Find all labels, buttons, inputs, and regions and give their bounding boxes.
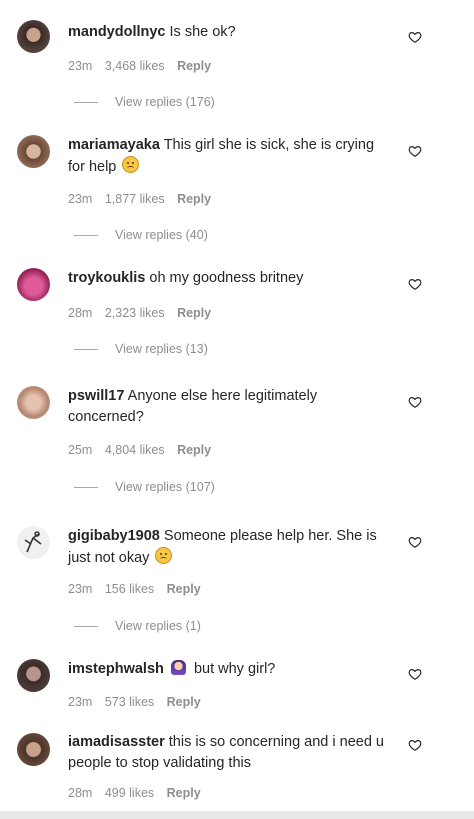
like-count[interactable]: 4,804 likes (105, 443, 165, 457)
like-count[interactable]: 2,323 likes (105, 306, 165, 320)
comment-text: Is she ok? (169, 24, 236, 40)
avatar[interactable] (17, 733, 50, 766)
bottom-edge (0, 811, 474, 819)
heart-icon[interactable] (408, 30, 422, 44)
avatar[interactable] (17, 20, 50, 53)
username[interactable]: troykouklis (68, 270, 145, 286)
username[interactable]: imstephwalsh (68, 661, 164, 677)
username[interactable]: iamadisasster (68, 734, 165, 750)
view-replies-label: View replies (1) (115, 619, 201, 633)
view-replies-button[interactable]: View replies (13) (74, 342, 208, 356)
divider-line (74, 486, 98, 488)
username[interactable]: pswill17 (68, 388, 124, 404)
comment-time: 23m (68, 192, 93, 206)
view-replies-label: View replies (13) (115, 342, 208, 356)
comment-time: 28m (68, 786, 93, 800)
reply-button[interactable]: Reply (177, 443, 211, 457)
heart-icon[interactable] (408, 144, 422, 158)
avatar[interactable] (17, 526, 50, 559)
comment-time: 23m (68, 582, 93, 596)
comment-time: 25m (68, 443, 93, 457)
avatar[interactable] (17, 659, 50, 692)
divider-line (74, 348, 98, 350)
avatar[interactable] (17, 268, 50, 301)
view-replies-button[interactable]: View replies (176) (74, 95, 215, 109)
comment-time: 23m (68, 59, 93, 73)
avatar[interactable] (17, 135, 50, 168)
reply-button[interactable]: Reply (167, 786, 201, 800)
like-count[interactable]: 573 likes (105, 695, 154, 709)
reply-button[interactable]: Reply (167, 695, 201, 709)
sketch-figure-icon (24, 531, 42, 553)
like-count[interactable]: 156 likes (105, 582, 154, 596)
view-replies-label: View replies (40) (115, 228, 208, 242)
divider-line (74, 234, 98, 236)
like-count[interactable]: 1,877 likes (105, 192, 165, 206)
divider-line (74, 625, 98, 627)
view-replies-label: View replies (176) (115, 95, 215, 109)
username[interactable]: gigibaby1908 (68, 528, 160, 544)
crying-face-emoji (122, 156, 140, 173)
view-replies-label: View replies (107) (115, 480, 215, 494)
view-replies-button[interactable]: View replies (40) (74, 228, 208, 242)
heart-icon[interactable] (408, 277, 422, 291)
reply-button[interactable]: Reply (177, 59, 211, 73)
heart-icon[interactable] (408, 667, 422, 681)
comment-text: oh my goodness britney (149, 270, 304, 286)
reply-button[interactable]: Reply (177, 306, 211, 320)
like-count[interactable]: 3,468 likes (105, 59, 165, 73)
view-replies-button[interactable]: View replies (107) (74, 480, 215, 494)
divider-line (74, 101, 98, 103)
crying-face-emoji (155, 547, 173, 564)
heart-icon[interactable] (408, 738, 422, 752)
reply-button[interactable]: Reply (167, 582, 201, 596)
heart-icon[interactable] (408, 535, 422, 549)
comment-text: but why girl? (193, 661, 276, 677)
avatar[interactable] (17, 386, 50, 419)
username[interactable]: mariamayaka (68, 137, 160, 153)
heart-icon[interactable] (408, 395, 422, 409)
person-emoji (170, 660, 186, 675)
reply-button[interactable]: Reply (177, 192, 211, 206)
username[interactable]: mandydollnyc (68, 24, 166, 40)
view-replies-button[interactable]: View replies (1) (74, 619, 201, 633)
comment-time: 28m (68, 306, 93, 320)
like-count[interactable]: 499 likes (105, 786, 154, 800)
comment-time: 23m (68, 695, 93, 709)
